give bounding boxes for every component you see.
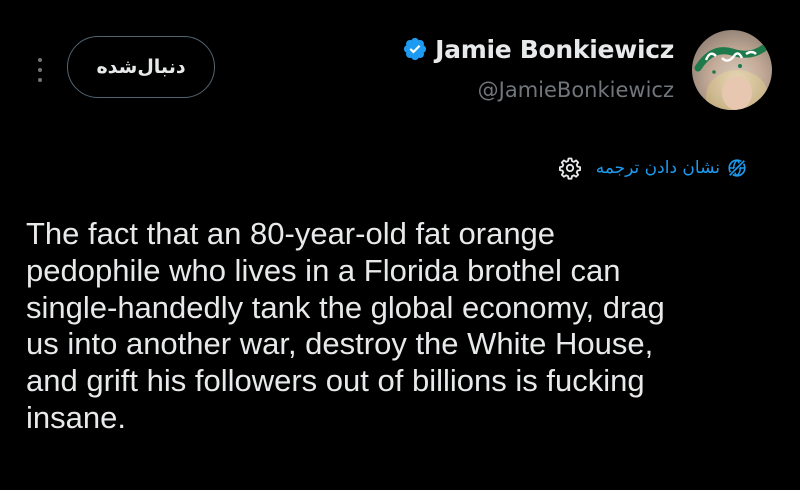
author-name-row[interactable]: Jamie Bonkiewicz: [402, 30, 674, 68]
more-vertical-icon: [38, 58, 42, 62]
gear-icon[interactable]: [558, 156, 582, 180]
author-display-name[interactable]: Jamie Bonkiewicz: [435, 35, 674, 64]
following-button[interactable]: دنبال‌شده: [67, 36, 215, 98]
show-translation-link[interactable]: نشان دادن ترجمه: [596, 157, 748, 179]
tweet-text-line: insane.: [26, 399, 126, 435]
tweet-text-line: single-handedly tank the global economy,…: [26, 289, 665, 325]
news-watermark-logo: [694, 44, 768, 74]
verified-badge-icon: [404, 37, 427, 61]
tweet-text: The fact that an 80-year-old fat orange …: [26, 216, 786, 437]
show-translation-label: نشان دادن ترجمه: [595, 158, 720, 178]
globe-icon: [728, 159, 746, 177]
more-options-button[interactable]: [28, 50, 52, 90]
tweet-text-line: pedophile who lives in a Florida brothel…: [26, 252, 621, 288]
tweet-text-line: us into another war, destroy the White H…: [26, 326, 654, 362]
avatar[interactable]: [692, 30, 772, 110]
tweet-text-line: and grift his followers out of billions …: [26, 363, 645, 399]
tweet-text-line: The fact that an 80-year-old fat orange: [26, 216, 556, 251]
author-handle[interactable]: @JamieBonkiewicz: [478, 78, 674, 102]
translate-row: نشان دادن ترجمه: [558, 152, 748, 184]
